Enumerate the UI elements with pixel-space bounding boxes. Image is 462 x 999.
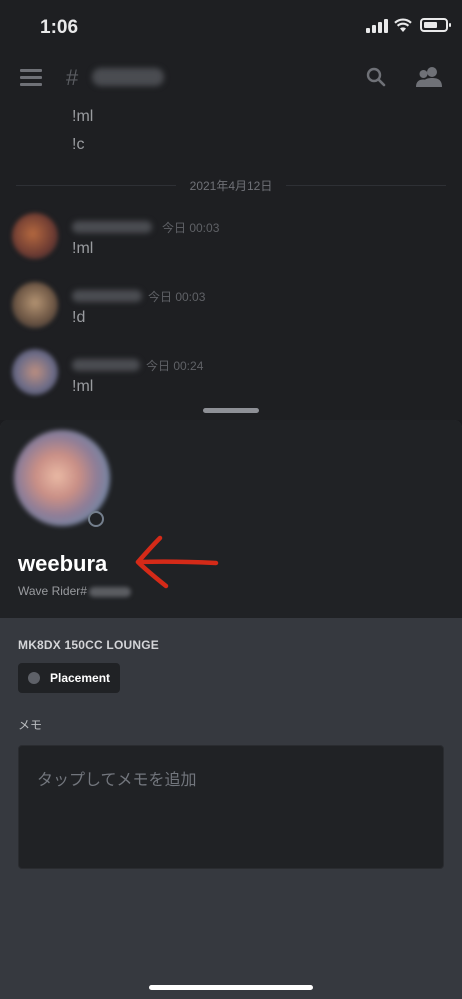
username-redacted: [72, 290, 142, 302]
memo-input[interactable]: タップしてメモを追加: [18, 745, 444, 869]
role-badge[interactable]: Placement: [18, 663, 121, 693]
search-icon[interactable]: [366, 67, 386, 87]
avatar[interactable]: [12, 349, 58, 395]
status-bar: 1:06: [0, 0, 462, 56]
message-text: !ml: [72, 240, 94, 257]
avatar[interactable]: [12, 282, 58, 328]
divider: [286, 185, 446, 186]
sheet-drag-handle[interactable]: [203, 408, 259, 413]
message-timestamp: 今日 00:03: [148, 290, 206, 304]
memo-placeholder: タップしてメモを追加: [37, 772, 197, 789]
home-indicator[interactable]: [149, 985, 313, 990]
profile-banner: weebura Wave Rider#: [0, 420, 462, 618]
signal-icon: [366, 19, 390, 33]
channel-header: #: [0, 56, 462, 102]
profile-username: weebura: [18, 551, 108, 576]
username-redacted: [72, 221, 152, 233]
tag-redacted: [88, 586, 131, 597]
members-icon[interactable]: [416, 66, 442, 88]
profile-tag: Wave Rider#: [18, 584, 131, 598]
offline-status-icon: [88, 511, 104, 527]
annotation-arrow-icon: [135, 535, 219, 589]
hamburger-icon[interactable]: [20, 69, 42, 87]
role-label: Placement: [50, 671, 111, 685]
status-time: 1:06: [40, 17, 79, 38]
message-text: !d: [72, 309, 86, 326]
message-timestamp: 今日 00:24: [146, 359, 204, 373]
hash-lock-icon: #: [66, 65, 79, 90]
message-timestamp: 今日 00:03: [162, 221, 220, 235]
channel-name-redacted: [92, 68, 164, 86]
message-text: !ml: [72, 378, 94, 395]
server-name: MK8DX 150CC LOUNGE: [18, 638, 159, 652]
username-redacted: [72, 359, 140, 371]
battery-icon: [420, 18, 451, 32]
avatar[interactable]: [12, 213, 58, 259]
wifi-icon: [394, 18, 412, 32]
profile-sheet: weebura Wave Rider# MK8DX 150CC LOUNGE P…: [0, 420, 462, 999]
profile-tag-prefix: Wave Rider#: [18, 584, 87, 598]
message-text: !ml: [72, 108, 94, 125]
memo-title: メモ: [18, 718, 43, 732]
message-text: !c: [72, 136, 85, 153]
role-color-dot: [28, 672, 40, 684]
